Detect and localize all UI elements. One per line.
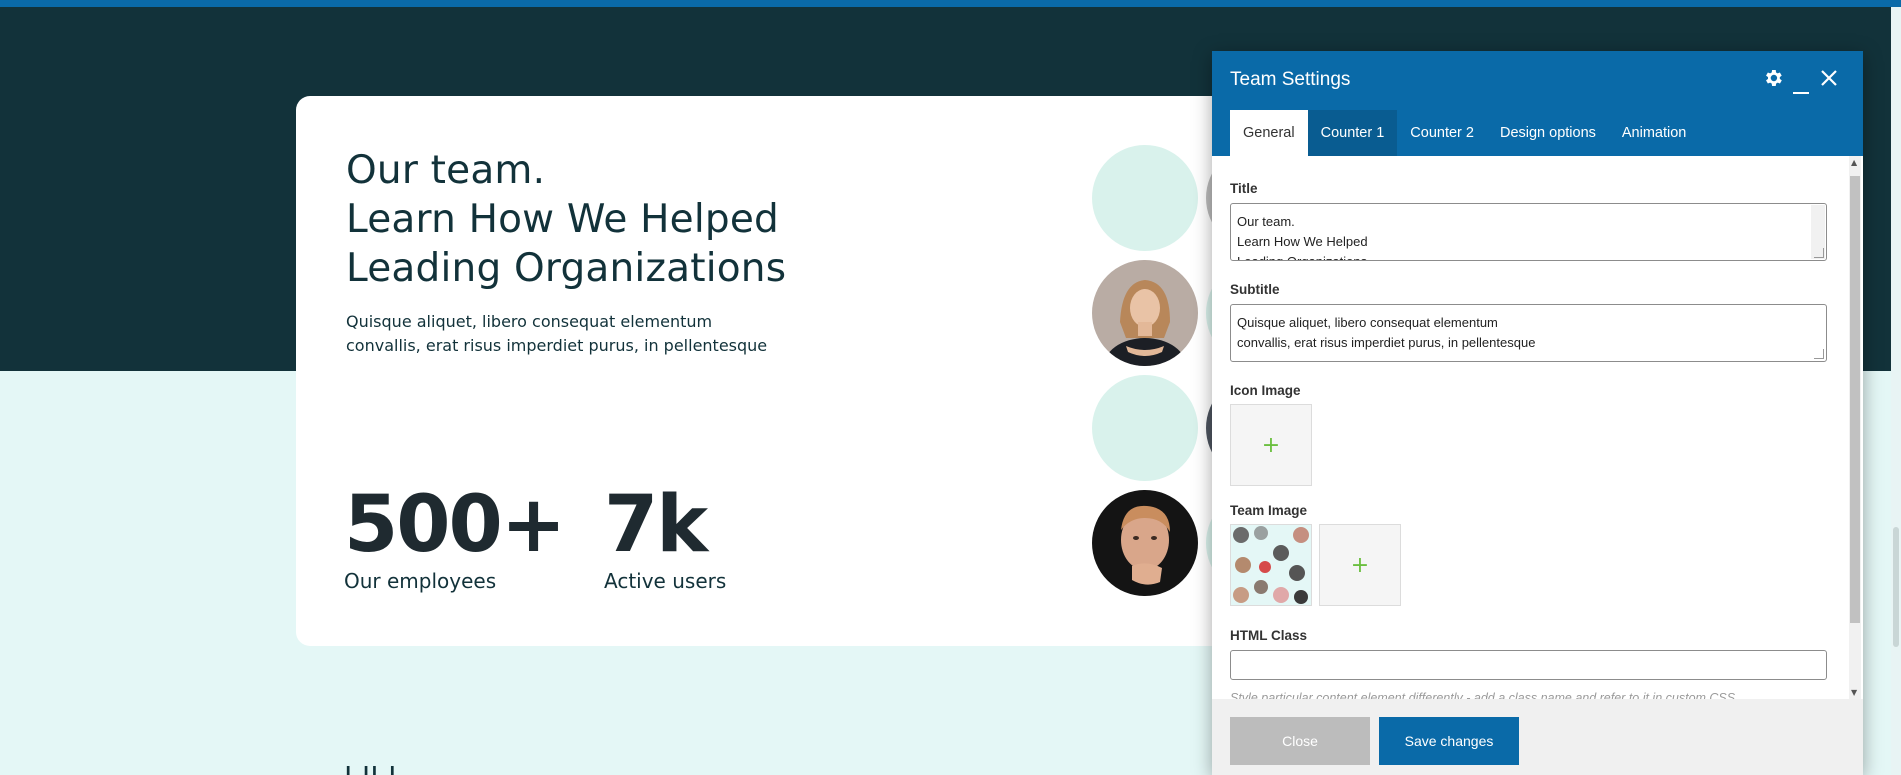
close-button[interactable]: Close (1230, 717, 1370, 765)
page-scrollbar[interactable] (1891, 7, 1901, 775)
modal-title: Team Settings (1230, 69, 1351, 90)
html-class-help-text: Style particular content element differe… (1230, 691, 1739, 699)
team-image-thumbnail[interactable] (1230, 524, 1312, 606)
resize-grip-icon[interactable] (1814, 349, 1824, 359)
icon-image-add-button[interactable]: + (1230, 404, 1312, 486)
html-class-input[interactable] (1230, 650, 1827, 680)
stat-employees: 500+ Our employees (344, 480, 566, 594)
modal-header: Team Settings General Counter 1 Counter … (1212, 51, 1863, 156)
next-section-heading-fragment: l ll l (344, 762, 396, 775)
hero-subtitle-line: Quisque aliquet, libero consequat elemen… (346, 312, 713, 331)
tab-general[interactable]: General (1230, 110, 1308, 156)
hero-subtitle-line: convallis, erat risus imperdiet purus, i… (346, 336, 768, 355)
resize-grip-icon[interactable] (1814, 248, 1824, 258)
modal-footer: Close Save changes (1212, 699, 1863, 775)
textarea-line: Leading Organizations (1237, 252, 1820, 260)
subtitle-textarea[interactable]: Quisque aliquet, libero consequat elemen… (1230, 304, 1827, 362)
save-changes-button[interactable]: Save changes (1379, 717, 1519, 765)
html-class-label: HTML Class (1230, 628, 1308, 643)
avatar-placeholder (1092, 145, 1198, 251)
minimize-icon[interactable] (1792, 81, 1810, 100)
tab-counter-1[interactable]: Counter 1 (1307, 110, 1398, 156)
modal-body: Title Our team. Learn How We Helped Lead… (1212, 156, 1863, 699)
gear-icon-graphic (1766, 70, 1782, 86)
tab-design-options[interactable]: Design options (1487, 110, 1609, 156)
hero-title-line: Our team. (346, 148, 546, 193)
hero-title-line: Leading Organizations (346, 246, 787, 291)
page-scrollbar-thumb[interactable] (1893, 527, 1899, 647)
team-settings-modal: Team Settings General Counter 1 Counter … (1212, 51, 1863, 775)
top-accent-strip (0, 0, 1901, 7)
scroll-down-icon[interactable]: ▼ (1851, 688, 1857, 697)
hero-subtitle: Quisque aliquet, libero consequat elemen… (346, 310, 816, 358)
stat-label: Our employees (344, 569, 497, 593)
plus-icon: + (1350, 552, 1370, 578)
team-image-add-button[interactable]: + (1319, 524, 1401, 606)
tab-counter-2[interactable]: Counter 2 (1397, 110, 1487, 156)
close-icon-graphic (1821, 70, 1837, 86)
stat-label: Active users (604, 569, 727, 593)
avatar-man-photo (1092, 490, 1198, 596)
stat-users: 7k Active users (604, 482, 726, 594)
plus-icon: + (1261, 432, 1281, 458)
subtitle-label: Subtitle (1230, 282, 1280, 297)
title-textarea[interactable]: Our team. Learn How We Helped Leading Or… (1230, 203, 1827, 261)
modal-body-scrollbar-thumb[interactable] (1850, 176, 1860, 623)
avatar-man (1092, 490, 1198, 596)
hero-title-line: Learn How We Helped (346, 197, 780, 242)
stat-value: 500+ (344, 480, 566, 570)
close-icon[interactable] (1820, 69, 1838, 91)
textarea-line: Our team. (1237, 214, 1295, 229)
textarea-line: Quisque aliquet, libero consequat elemen… (1237, 315, 1498, 330)
team-collage-thumbnail (1231, 525, 1311, 605)
tab-animation[interactable]: Animation (1609, 110, 1699, 156)
stat-value: 7k (604, 480, 708, 570)
scroll-up-icon[interactable]: ▲ (1851, 158, 1857, 167)
modal-body-scrollbar[interactable]: ▲ ▼ (1849, 156, 1861, 699)
minimize-icon-graphic (1793, 92, 1809, 94)
textarea-line: convallis, erat risus imperdiet purus, i… (1237, 335, 1536, 350)
icon-image-label: Icon Image (1230, 383, 1301, 398)
modal-tabs: General Counter 1 Counter 2 Design optio… (1230, 110, 1699, 156)
team-card: Our team. Learn How We Helped Leading Or… (296, 96, 1336, 646)
team-image-label: Team Image (1230, 503, 1308, 518)
hero-title: Our team. Learn How We Helped Leading Or… (346, 146, 786, 293)
gear-icon[interactable] (1762, 67, 1784, 93)
avatar-placeholder (1092, 375, 1198, 481)
title-label: Title (1230, 181, 1258, 196)
textarea-line: Learn How We Helped (1237, 234, 1368, 249)
avatar-woman-photo (1092, 260, 1198, 366)
avatar-woman (1092, 260, 1198, 366)
